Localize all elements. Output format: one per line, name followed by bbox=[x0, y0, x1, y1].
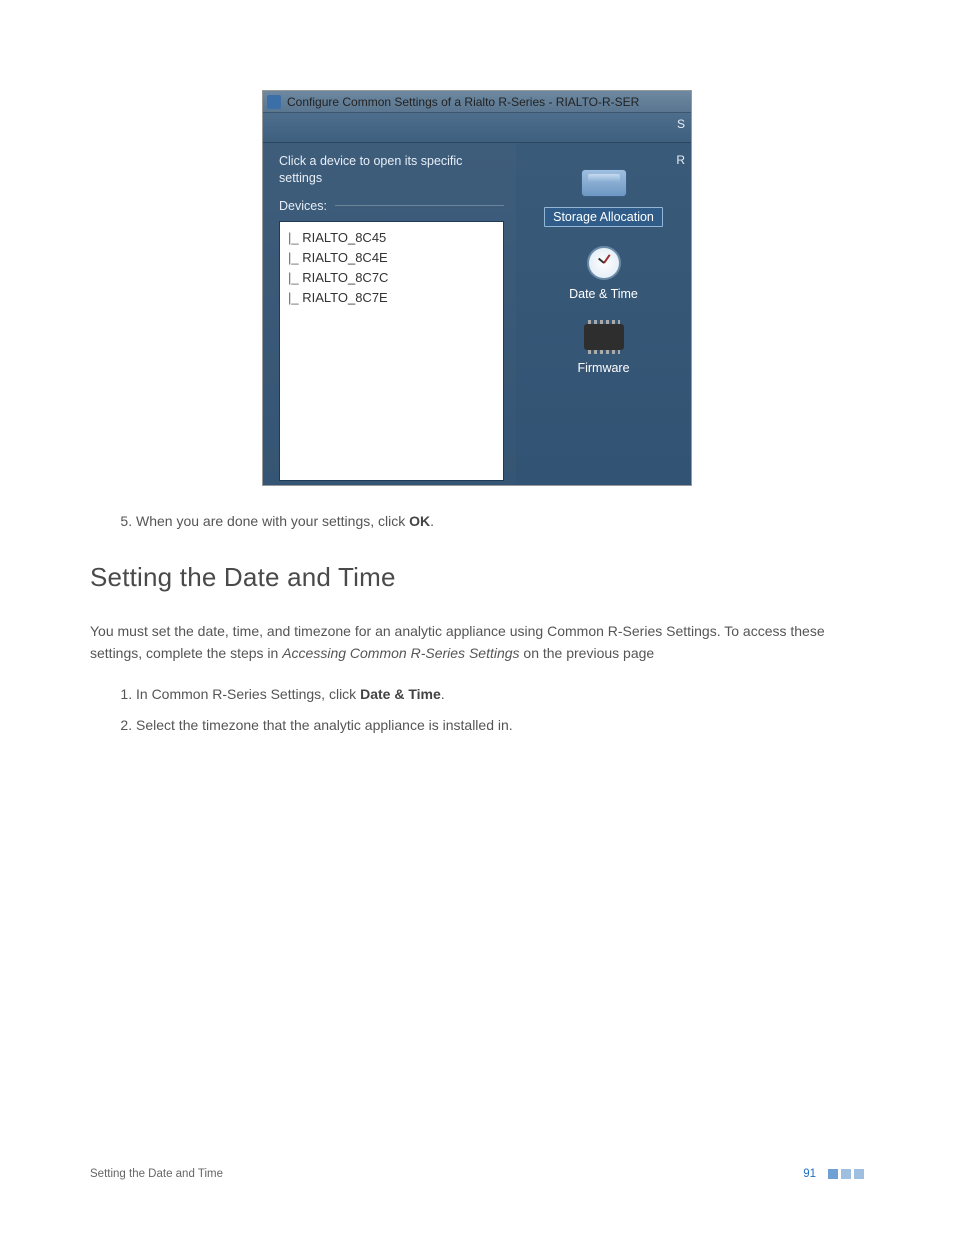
window-body: Click a device to open its specific sett… bbox=[263, 143, 691, 485]
chip-icon bbox=[579, 319, 629, 355]
devices-label: Devices: bbox=[279, 199, 327, 213]
intro-xref: Accessing Common R-Series Settings bbox=[282, 645, 519, 661]
clock-icon bbox=[579, 245, 629, 281]
footer-right: 91 bbox=[803, 1168, 864, 1180]
continued-steps-list: When you are done with your settings, cl… bbox=[90, 511, 864, 532]
firmware-label: Firmware bbox=[577, 361, 629, 375]
procedure-steps-list: In Common R-Series Settings, click Date … bbox=[90, 684, 864, 736]
devices-header-row: Devices: bbox=[279, 199, 504, 213]
document-body: When you are done with your settings, cl… bbox=[90, 511, 864, 736]
left-pane: Click a device to open its specific sett… bbox=[263, 143, 516, 485]
device-list-item[interactable]: RIALTO_8C7C bbox=[288, 268, 495, 288]
app-window: Configure Common Settings of a Rialto R-… bbox=[262, 90, 692, 486]
window-title: Configure Common Settings of a Rialto R-… bbox=[287, 95, 639, 109]
right-cutoff-text: R bbox=[676, 153, 685, 167]
footer-title: Setting the Date and Time bbox=[90, 1168, 223, 1180]
step-1-prefix: In Common R-Series Settings, click bbox=[136, 686, 360, 702]
date-time-label: Date & Time bbox=[569, 287, 638, 301]
intro-part2: on the previous page bbox=[520, 645, 655, 661]
section-heading: Setting the Date and Time bbox=[90, 562, 864, 593]
device-list-item[interactable]: RIALTO_8C7E bbox=[288, 288, 495, 308]
device-list[interactable]: RIALTO_8C45 RIALTO_8C4E RIALTO_8C7C RIAL… bbox=[279, 221, 504, 481]
storage-allocation-label: Storage Allocation bbox=[544, 207, 663, 227]
page-number: 91 bbox=[803, 1168, 816, 1180]
ribbon-cutoff-text: S bbox=[677, 117, 685, 131]
step-1: In Common R-Series Settings, click Date … bbox=[136, 684, 864, 705]
date-time-button[interactable]: Date & Time bbox=[516, 245, 691, 301]
step-1-bold: Date & Time bbox=[360, 686, 441, 702]
toolbar-ribbon bbox=[263, 113, 691, 143]
window-titlebar: Configure Common Settings of a Rialto R-… bbox=[263, 91, 691, 113]
device-list-item[interactable]: RIALTO_8C45 bbox=[288, 228, 495, 248]
device-list-item[interactable]: RIALTO_8C4E bbox=[288, 248, 495, 268]
step-5-suffix: . bbox=[430, 513, 434, 529]
step-5-text: When you are done with your settings, cl… bbox=[136, 513, 409, 529]
step-5: When you are done with your settings, cl… bbox=[136, 511, 864, 532]
footer-logo-blocks bbox=[828, 1169, 864, 1179]
figure-container: Configure Common Settings of a Rialto R-… bbox=[90, 90, 864, 486]
intro-paragraph: You must set the date, time, and timezon… bbox=[90, 621, 864, 664]
right-options-pane: R Storage Allocation Date & Time Firmwar… bbox=[516, 143, 691, 485]
hard-drive-icon bbox=[579, 165, 629, 201]
page-footer: Setting the Date and Time 91 bbox=[90, 1168, 864, 1180]
step-1-suffix: . bbox=[441, 686, 445, 702]
divider-line bbox=[335, 205, 504, 206]
storage-allocation-button[interactable]: Storage Allocation bbox=[516, 165, 691, 227]
firmware-button[interactable]: Firmware bbox=[516, 319, 691, 375]
device-hint-text: Click a device to open its specific sett… bbox=[279, 153, 504, 187]
step-2: Select the timezone that the analytic ap… bbox=[136, 715, 864, 736]
step-5-ok: OK bbox=[409, 513, 430, 529]
app-icon bbox=[267, 95, 281, 109]
